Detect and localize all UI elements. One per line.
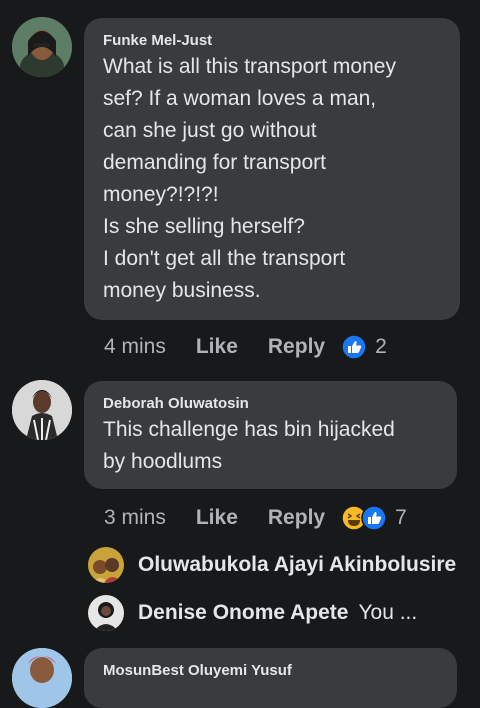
avatar-denise [88,595,124,631]
avatar-funke[interactable] [12,17,72,77]
reaction-summary[interactable]: 2 [341,334,387,360]
like-button[interactable]: Like [196,506,238,530]
comment-actions: 4 mins Like Reply 2 [104,332,387,362]
comment-author[interactable]: Deborah Oluwatosin [103,395,438,413]
like-reaction-icon [341,334,367,360]
comment-author[interactable]: Funke Mel-Just [103,32,441,50]
comment-timestamp[interactable]: 4 mins [104,335,166,359]
avatar-denise-image [88,595,124,631]
reply-snippet: You ... [358,601,418,624]
reply-author[interactable]: Denise Onome Apete [138,601,348,625]
comment-text: This challenge has bin hijacked by hoodl… [103,418,395,473]
reply-preview[interactable]: Denise Onome Apete You ... [88,595,417,631]
comment-author[interactable]: MosunBest Oluyemi Yusuf [103,662,438,680]
reply-button[interactable]: Reply [268,506,325,530]
comment-bubble-deborah[interactable]: Deborah Oluwatosin This challenge has bi… [84,381,457,489]
comment-actions: 3 mins Like Reply 7 [104,503,407,533]
avatar-oluwabukola-image [88,547,124,583]
reply-author[interactable]: Oluwabukola Ajayi Akinbolusire [138,553,456,577]
reaction-summary[interactable]: 7 [341,505,407,531]
like-reaction-icon [361,505,387,531]
avatar-funke-image [12,17,72,77]
avatar-deborah[interactable] [12,380,72,440]
comment-timestamp[interactable]: 3 mins [104,506,166,530]
comment-text: What is all this transport money sef? If… [103,55,396,302]
reaction-count: 7 [395,506,407,529]
avatar-mosunbest-image [12,648,72,708]
avatar-deborah-image [12,380,72,440]
like-button[interactable]: Like [196,335,238,359]
reply-preview[interactable]: Oluwabukola Ajayi Akinbolusire [88,547,480,583]
avatar-oluwabukola [88,547,124,583]
comment-bubble-funke[interactable]: Funke Mel-Just What is all this transpor… [84,18,460,320]
reaction-count: 2 [375,335,387,358]
comment-bubble-mosunbest[interactable]: MosunBest Oluyemi Yusuf [84,648,457,708]
reply-button[interactable]: Reply [268,335,325,359]
avatar-mosunbest[interactable] [12,648,72,708]
